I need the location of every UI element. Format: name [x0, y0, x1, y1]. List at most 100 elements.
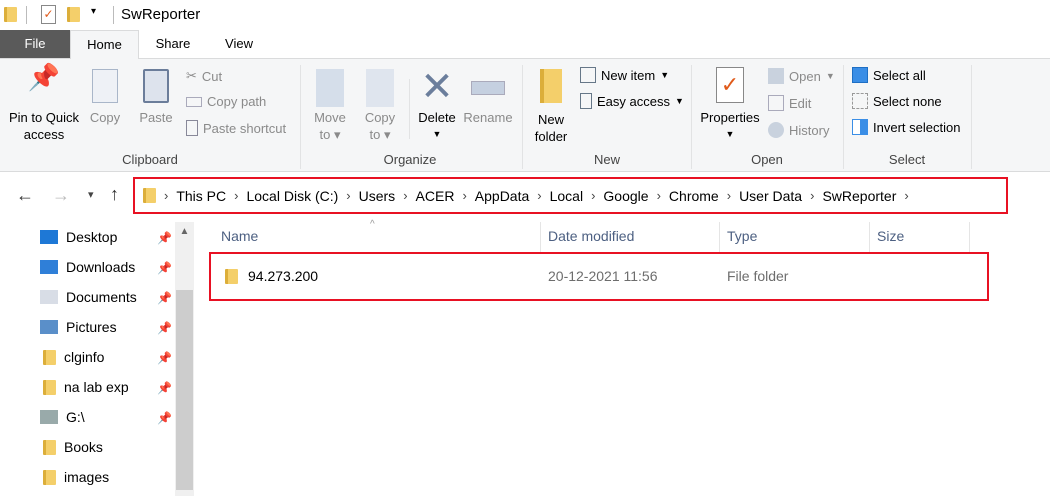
label: New item: [601, 67, 656, 83]
select-all-button[interactable]: Select all: [852, 67, 926, 83]
sidebar-item[interactable]: images: [40, 469, 109, 485]
pin-icon[interactable]: 📌: [157, 381, 172, 395]
paste-shortcut-button[interactable]: Paste shortcut: [186, 120, 286, 136]
properties-icon: ✓: [716, 67, 744, 103]
pin-icon[interactable]: 📌: [157, 231, 172, 245]
label: Rename: [463, 110, 513, 125]
forward-arrow-icon[interactable]: →: [52, 185, 70, 206]
folder-icon: [225, 269, 238, 284]
breadcrumb-item[interactable]: Chrome: [669, 188, 719, 204]
address-bar[interactable]: › This PC › Local Disk (C:) › Users › ACER › App…: [133, 177, 1008, 214]
divider: [971, 65, 972, 169]
copy-to-button[interactable]: Copy to ▾: [360, 69, 400, 143]
sidebar-item[interactable]: clginfo: [40, 349, 104, 365]
pin-icon[interactable]: 📌: [157, 261, 172, 275]
tab-file[interactable]: File: [0, 30, 70, 58]
sidebar-item-label: Desktop: [66, 229, 118, 245]
chevron-right-icon[interactable]: ›: [346, 188, 350, 203]
pin-quick-access-button[interactable]: 📌 Pin to Quick access: [4, 64, 84, 143]
group-label-open: Open: [751, 152, 783, 167]
download-icon: [40, 260, 58, 274]
delete-x-icon: ✕: [420, 65, 454, 109]
chevron-right-icon[interactable]: ›: [727, 188, 731, 203]
sidebar-item[interactable]: Pictures: [40, 319, 117, 335]
sidebar-item[interactable]: G:\: [40, 409, 85, 425]
move-to-button[interactable]: Move to ▾: [310, 69, 350, 143]
invert-selection-icon: [852, 119, 868, 135]
breadcrumb-item[interactable]: Local Disk (C:): [246, 188, 338, 204]
breadcrumb-item[interactable]: ACER: [416, 188, 455, 204]
breadcrumb-item[interactable]: AppData: [475, 188, 529, 204]
up-arrow-icon[interactable]: ↑: [110, 184, 119, 205]
chevron-right-icon[interactable]: ›: [904, 188, 908, 203]
pin-icon[interactable]: 📌: [157, 321, 172, 335]
cut-button[interactable]: ✂ Cut: [186, 68, 222, 84]
chevron-right-icon[interactable]: ›: [462, 188, 466, 203]
breadcrumb-item[interactable]: User Data: [739, 188, 802, 204]
divider: [26, 6, 27, 24]
label: New: [537, 112, 564, 127]
breadcrumb-item[interactable]: This PC: [176, 188, 226, 204]
column-header-date-modified[interactable]: Date modified: [548, 228, 634, 244]
group-label-select: Select: [888, 152, 926, 167]
edit-icon: [768, 95, 784, 111]
tab-home[interactable]: Home: [70, 30, 139, 59]
label: Easy access: [597, 93, 670, 109]
sidebar-item[interactable]: Downloads: [40, 259, 135, 275]
history-button[interactable]: History: [768, 122, 829, 138]
properties-qa-icon[interactable]: ✓: [41, 5, 56, 24]
pin-icon[interactable]: 📌: [157, 411, 172, 425]
sidebar-item[interactable]: na lab exp: [40, 379, 129, 395]
new-folder-qa-icon[interactable]: [67, 7, 80, 25]
sidebar-item[interactable]: Documents: [40, 289, 137, 305]
chevron-right-icon[interactable]: ›: [657, 188, 661, 203]
copy-path-button[interactable]: Copy path: [186, 94, 266, 109]
rename-button[interactable]: Rename: [463, 69, 513, 126]
properties-button[interactable]: ✓ Properties ▼: [697, 67, 763, 143]
sidebar-item[interactable]: Books: [40, 439, 103, 455]
pin-icon[interactable]: 📌: [157, 351, 172, 365]
customize-qa-dropdown-icon[interactable]: ▾: [91, 6, 96, 17]
new-item-button[interactable]: New item ▼: [580, 67, 669, 83]
label: Edit: [789, 95, 812, 111]
open-button[interactable]: Open ▼: [768, 68, 835, 84]
tab-share[interactable]: Share: [145, 30, 201, 58]
column-header-size[interactable]: Size: [877, 228, 904, 244]
delete-button[interactable]: ✕ Delete ▼: [415, 65, 459, 143]
scissors-icon: ✂: [186, 68, 197, 83]
scrollbar-thumb[interactable]: [176, 290, 193, 490]
sidebar-item[interactable]: Desktop: [40, 229, 117, 245]
invert-selection-button[interactable]: Invert selection: [852, 119, 960, 135]
chevron-right-icon[interactable]: ›: [537, 188, 541, 203]
breadcrumb: This PC › Local Disk (C:) › Users › ACER › AppDa…: [176, 188, 916, 204]
sidebar-scrollbar[interactable]: ▲: [175, 222, 194, 496]
chevron-right-icon[interactable]: ›: [403, 188, 407, 203]
breadcrumb-item[interactable]: Users: [359, 188, 396, 204]
divider: [869, 222, 870, 252]
back-arrow-icon[interactable]: ←: [16, 185, 34, 206]
easy-access-button[interactable]: Easy access ▼: [580, 93, 684, 109]
recent-locations-icon[interactable]: ▾: [88, 188, 94, 201]
chevron-right-icon[interactable]: ›: [234, 188, 238, 203]
documents-icon: [40, 290, 58, 304]
chevron-right-icon[interactable]: ›: [810, 188, 814, 203]
copy-button[interactable]: Copy: [86, 69, 124, 126]
sidebar-item-label: images: [64, 469, 110, 485]
select-none-button[interactable]: Select none: [852, 93, 942, 109]
chevron-right-icon[interactable]: ›: [591, 188, 595, 203]
scroll-up-icon[interactable]: ▲: [175, 222, 194, 242]
paste-button[interactable]: Paste: [136, 69, 176, 126]
label: Move: [314, 110, 346, 125]
pin-icon[interactable]: 📌: [157, 291, 172, 305]
breadcrumb-item[interactable]: SwReporter: [822, 188, 896, 204]
column-header-name[interactable]: Name: [221, 228, 258, 244]
file-name[interactable]: 94.273.200: [248, 268, 318, 284]
breadcrumb-item[interactable]: Local: [550, 188, 583, 204]
open-icon: [768, 68, 784, 84]
column-header-type[interactable]: Type: [727, 228, 757, 244]
new-folder-button[interactable]: New folder: [530, 69, 572, 145]
breadcrumb-item[interactable]: Google: [603, 188, 648, 204]
edit-button[interactable]: Edit: [768, 95, 811, 111]
file-type: File folder: [727, 268, 789, 284]
tab-view[interactable]: View: [212, 30, 266, 58]
